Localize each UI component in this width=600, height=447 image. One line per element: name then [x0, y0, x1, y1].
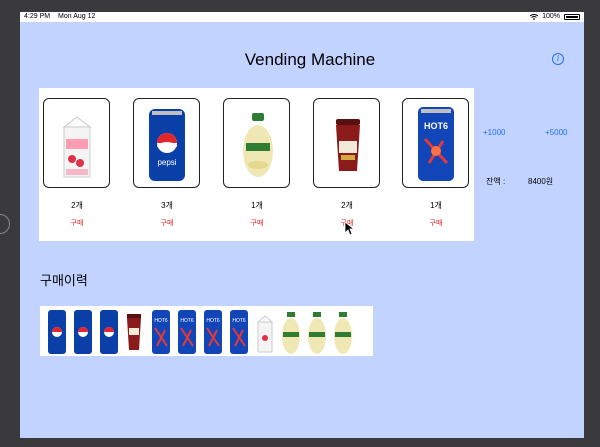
battery-icon	[564, 13, 580, 20]
product-coffee-cup	[313, 98, 381, 188]
status-time: 4:29 PM	[24, 13, 51, 20]
history-item-hot6: HOT6	[174, 306, 200, 356]
product-image-coffee-cup[interactable]	[313, 98, 380, 188]
product-image-banana-milk[interactable]	[223, 98, 290, 188]
history-item-hot6: HOT6	[200, 306, 226, 356]
history-item-hot6: HOT6	[148, 306, 174, 356]
info-icon[interactable]: i	[552, 53, 564, 65]
buy-button[interactable]: 구매	[402, 218, 470, 228]
history-item-strawberry-milk	[252, 306, 278, 356]
status-date: Mon Aug 12	[58, 13, 96, 20]
product-image-hot6[interactable]: HOT6	[402, 98, 469, 188]
product-strawberry-milk	[43, 98, 111, 188]
svg-text:HOT6: HOT6	[206, 318, 220, 324]
wifi-icon	[530, 13, 539, 20]
product-hot6: HOT6	[402, 98, 470, 188]
product-count: 2개	[71, 201, 83, 210]
app-screen: Vending Machine i 2개 구매 pepsi 3개 구매 1개 구…	[20, 12, 584, 438]
page-title: Vending Machine	[244, 50, 376, 69]
history-item-pepsi	[44, 306, 70, 356]
history-item-banana-milk	[304, 306, 330, 356]
product-count: 3개	[161, 201, 173, 210]
history-title: 구매이력	[40, 273, 88, 288]
product-panel: 2개 구매 pepsi 3개 구매 1개 구매 2개 HOT6 1개 구매	[39, 88, 474, 241]
balance-value: 8400원	[528, 177, 554, 186]
svg-text:HOT6: HOT6	[424, 121, 448, 131]
history-item-banana-milk	[330, 306, 356, 356]
add-1000-button[interactable]: +1000	[483, 128, 505, 137]
buy-button[interactable]: 구매	[133, 218, 201, 228]
history-item-coffee-cup	[122, 306, 148, 356]
history-item-pepsi	[96, 306, 122, 356]
add-5000-button[interactable]: +5000	[545, 128, 567, 137]
history-item-pepsi	[70, 306, 96, 356]
product-pepsi: pepsi	[133, 98, 201, 188]
status-bar: 4:29 PM Mon Aug 12 100%	[20, 12, 584, 22]
history-item-hot6: HOT6	[226, 306, 252, 356]
svg-text:HOT6: HOT6	[180, 318, 194, 324]
product-image-strawberry-milk[interactable]	[43, 98, 110, 188]
svg-text:pepsi: pepsi	[157, 158, 176, 167]
product-count: 2개	[341, 201, 353, 210]
balance-label: 잔액 :	[486, 177, 506, 186]
buy-button[interactable]: 구매	[43, 218, 111, 228]
buy-button[interactable]: 구매	[223, 218, 291, 228]
mouse-cursor-icon	[345, 222, 355, 236]
battery-percent: 100%	[542, 13, 560, 20]
product-image-pepsi[interactable]: pepsi	[133, 98, 200, 188]
svg-text:HOT6: HOT6	[232, 318, 246, 324]
product-banana-milk	[223, 98, 291, 188]
product-count: 1개	[251, 201, 263, 210]
svg-text:HOT6: HOT6	[154, 318, 168, 324]
history-strip: HOT6 HOT6 HOT6 HOT6	[40, 306, 373, 356]
history-item-banana-milk	[278, 306, 304, 356]
product-count: 1개	[430, 201, 442, 210]
